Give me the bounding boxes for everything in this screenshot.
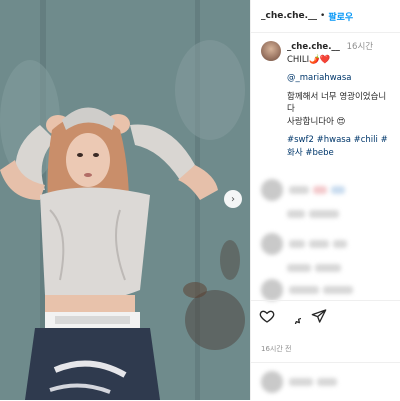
caption-hashtags[interactable]: #swf2 #hwasa #chili #화사 #bebe <box>287 134 394 159</box>
next-post-preview <box>251 362 400 401</box>
comment-blurred-4 <box>287 256 345 280</box>
follow-button[interactable]: 팔로우 <box>328 10 353 23</box>
caption-mention[interactable]: @_mariahwasa <box>287 72 394 85</box>
caption-time: 16시간 <box>346 42 374 52</box>
caption-header: _che.che.__ 16시간 CHILI🌶️❤️ <box>261 41 394 66</box>
chevron-right-icon: › <box>231 193 235 205</box>
avatar[interactable] <box>261 41 281 61</box>
share-icon[interactable] <box>311 308 327 324</box>
post-caption: _che.che.__ 16시간 CHILI🌶️❤️ @_mariahwasa … <box>251 33 400 159</box>
post-header: _che.che.__ • 팔로우 <box>251 0 400 33</box>
post-photo[interactable]: › <box>0 0 250 400</box>
comment-blurred-3 <box>261 232 351 256</box>
comment-icon[interactable] <box>285 308 301 324</box>
comment-blurred-1 <box>261 178 349 202</box>
caption-line3: 사랑합니다아 😍 <box>287 116 346 127</box>
post-side-panel: _che.che.__ • 팔로우 _che.che.__ 16시간 CHILI… <box>250 0 400 400</box>
instagram-post: › _che.che.__ • 팔로우 _che.che.__ 16시간 CHI… <box>0 0 400 400</box>
header-separator: • <box>320 11 326 21</box>
caption-line1: CHILI🌶️❤️ <box>287 54 331 65</box>
comment-blurred-6 <box>261 370 341 394</box>
comment-blurred-5 <box>261 278 357 302</box>
post-date: 16시간 전 <box>261 345 292 353</box>
photo-illustration <box>0 0 250 400</box>
caption-body: @_mariahwasa 함께해서 너무 영광이었습니다 사랑합니다아 😍 #s… <box>287 72 394 159</box>
post-actions <box>251 300 400 330</box>
header-username[interactable]: _che.che.__ <box>261 11 317 21</box>
comment-blurred-2 <box>287 202 343 226</box>
caption-username[interactable]: _che.che.__ <box>287 42 340 52</box>
heart-icon[interactable] <box>259 308 275 324</box>
next-photo-button[interactable]: › <box>224 190 242 208</box>
caption-line2: 함께해서 너무 영광이었습니다 <box>287 91 387 115</box>
